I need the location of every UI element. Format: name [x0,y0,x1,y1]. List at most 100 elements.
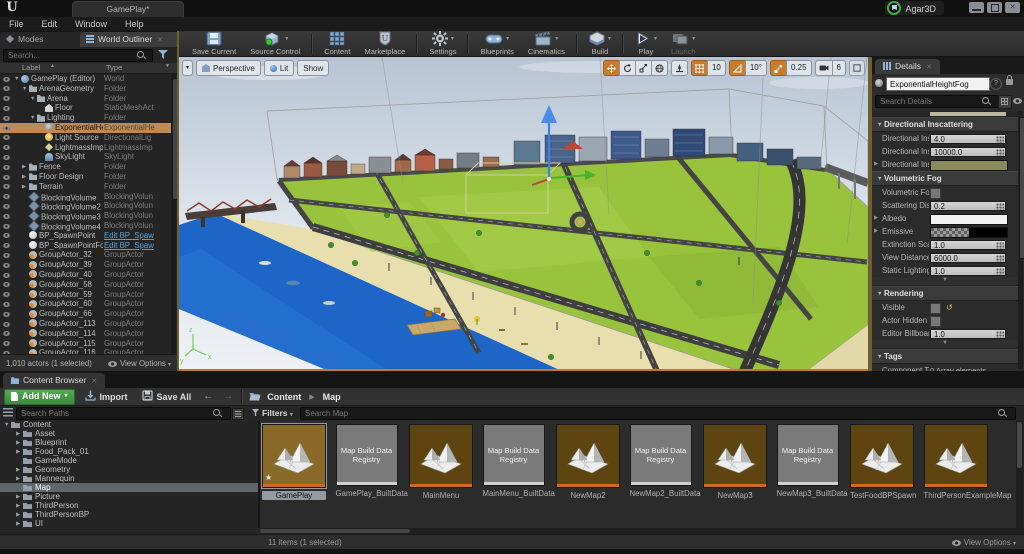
outliner-row[interactable]: GroupActor_113GroupActor [0,319,177,329]
tab-content-browser[interactable]: Content Browser✕ [3,373,105,388]
drag-handle-icon[interactable] [996,255,1004,262]
outliner-row[interactable]: GroupActor_58GroupActor [0,280,177,290]
save-current-button[interactable]: Save Current [185,32,243,56]
column-header-type[interactable]: Type [106,63,122,72]
breadcrumb-content[interactable]: Content [267,392,301,402]
outliner-row[interactable]: ▶TerrainFolder [0,182,177,192]
menu-file[interactable]: File [0,17,33,31]
launch-button[interactable]: ▾Launch [664,32,703,56]
outliner-row[interactable]: GroupActor_66GroupActor [0,309,177,319]
drag-handle-icon[interactable] [996,242,1004,249]
expander-open-icon[interactable]: ▼ [30,114,37,123]
outliner-row[interactable]: Light SourceDirectionalLig [0,133,177,143]
folder-row-ui[interactable]: ▶UI [0,519,258,528]
surface-snap-button[interactable] [671,60,688,76]
maximize-viewport-button[interactable] [849,60,865,76]
camera-speed-value[interactable]: 6 [832,60,846,76]
color-swatch[interactable] [930,214,1008,225]
outliner-scrollbar[interactable] [171,74,176,368]
visibility-eye-icon[interactable] [3,263,10,268]
expander-closed-icon[interactable]: ▶ [16,520,23,528]
asset-tile-newmap2_builtdata[interactable]: Map Build Data RegistryNewMap2_BuiltData [630,424,694,498]
drag-handle-icon[interactable] [996,136,1004,143]
help-icon[interactable]: ? [990,78,1002,90]
visibility-eye-icon[interactable] [3,194,10,199]
folder-row-blueprint[interactable]: ▶Blueprint [0,438,258,447]
visibility-eye-icon[interactable] [3,145,10,150]
level-tab[interactable]: GamePlay* [72,1,184,18]
drag-handle-icon[interactable] [996,149,1004,156]
paths-list-icon[interactable] [232,408,244,420]
visibility-eye-icon[interactable] [3,96,10,101]
perspective-button[interactable]: Perspective [196,60,261,76]
drag-handle-icon[interactable] [996,203,1004,210]
outliner-search-input[interactable] [3,49,153,62]
show-button[interactable]: Show [297,60,329,76]
grid-snap-value[interactable]: 10 [707,60,726,76]
breadcrumb-map[interactable]: Map [323,392,341,402]
outliner-row[interactable]: GroupActor_59GroupActor [0,290,177,300]
menu-edit[interactable]: Edit [33,17,67,31]
folder-row-gamemode[interactable]: GameMode [0,456,258,465]
folder-row-thirdperson[interactable]: ▶ThirdPerson [0,501,258,510]
expander-closed-icon[interactable]: ▶ [22,173,29,182]
expander-closed-icon[interactable]: ▶ [22,183,29,192]
asset-tile-testfoodbpspawn[interactable]: TestFoodBPSpawn [850,424,914,500]
dropdown-caret-icon[interactable]: ▾ [608,35,611,42]
visibility-eye-icon[interactable] [3,233,10,238]
scale-tool-button[interactable] [635,60,651,76]
grid-snap-button[interactable] [691,60,707,76]
outliner-row[interactable]: ▶Floor DesignFolder [0,172,177,182]
forward-button[interactable]: → [221,391,235,402]
folder-row-asset[interactable]: ▶Asset [0,429,258,438]
property-value-field[interactable]: 1.0 [930,329,1006,339]
asset-tile-newmap2[interactable]: NewMap2 [556,424,620,500]
visibility-eye-icon[interactable] [3,184,10,189]
dropdown-caret-icon[interactable]: ▾ [654,35,657,42]
level-viewport[interactable]: z x y ▾ Perspective Lit Show [179,57,868,371]
display-filter-eye-icon[interactable] [1013,98,1022,104]
folder-row-content[interactable]: ▼Content [0,420,258,429]
translate-tool-button[interactable] [603,60,619,76]
visibility-eye-icon[interactable] [3,214,10,219]
property-value-field[interactable]: 10000.0 [930,147,1006,157]
outliner-filter-icon[interactable] [158,50,168,59]
section-header-tags[interactable]: ▼Tags [872,349,1018,364]
visibility-eye-icon[interactable] [3,224,10,229]
outliner-row[interactable]: BlockingVolume4BlockingVolun [0,221,177,231]
world-space-button[interactable] [651,60,668,76]
visibility-eye-icon[interactable] [3,106,10,111]
scale-snap-value[interactable]: 0.25 [786,60,812,76]
asset-tile-gameplay[interactable]: ★GamePlay [262,424,326,500]
viewport-options-button[interactable]: ▾ [182,60,193,76]
details-scrollbar[interactable] [1018,111,1023,369]
import-button[interactable]: Import [81,390,132,403]
visibility-eye-icon[interactable] [3,253,10,258]
visibility-eye-icon[interactable] [3,126,10,131]
visibility-eye-icon[interactable] [3,86,10,91]
section-header-rendering[interactable]: ▼Rendering [872,286,1018,301]
content-button[interactable]: Content [317,32,357,56]
assets-vertical-scrollbar[interactable] [1016,420,1023,528]
build-button[interactable]: ▾Build [582,32,618,56]
asset-tile-thirdpersonexamplemap[interactable]: ThirdPersonExampleMap [924,424,988,500]
type-filter-icon[interactable]: ▼ [165,63,170,69]
section-header-volumetric-fog[interactable]: ▼Volumetric Fog [872,171,1018,186]
rotation-snap-value[interactable]: 10° [745,60,767,76]
close-tab-icon[interactable]: ✕ [157,37,163,44]
property-value-field[interactable]: 1.0 [930,240,1006,250]
expander-closed-icon[interactable]: ▶ [22,163,29,172]
outliner-row[interactable]: ▼ArenaFolder [0,94,177,104]
outliner-row[interactable]: LightmassImportanceVLightmassImp [0,143,177,153]
outliner-row[interactable]: BlockingVolume2BlockingVolun [0,201,177,211]
search-assets-input[interactable] [300,407,1016,420]
dropdown-caret-icon[interactable]: ▾ [555,35,558,42]
folder-row-thirdpersonbp[interactable]: ▶ThirdPersonBP [0,510,258,519]
asset-tile-mainmenu_builtdata[interactable]: Map Build Data RegistryMainMenu_BuiltDat… [483,424,547,498]
outliner-row[interactable]: BlockingVolumeBlockingVolun [0,192,177,202]
visibility-eye-icon[interactable] [3,175,10,180]
folder-row-geometry[interactable]: ▶Geometry [0,465,258,474]
property-expander-icon[interactable]: ▶ [874,212,878,225]
property-expander-icon[interactable]: ▶ [874,225,878,238]
drag-handle-icon[interactable] [996,268,1004,275]
